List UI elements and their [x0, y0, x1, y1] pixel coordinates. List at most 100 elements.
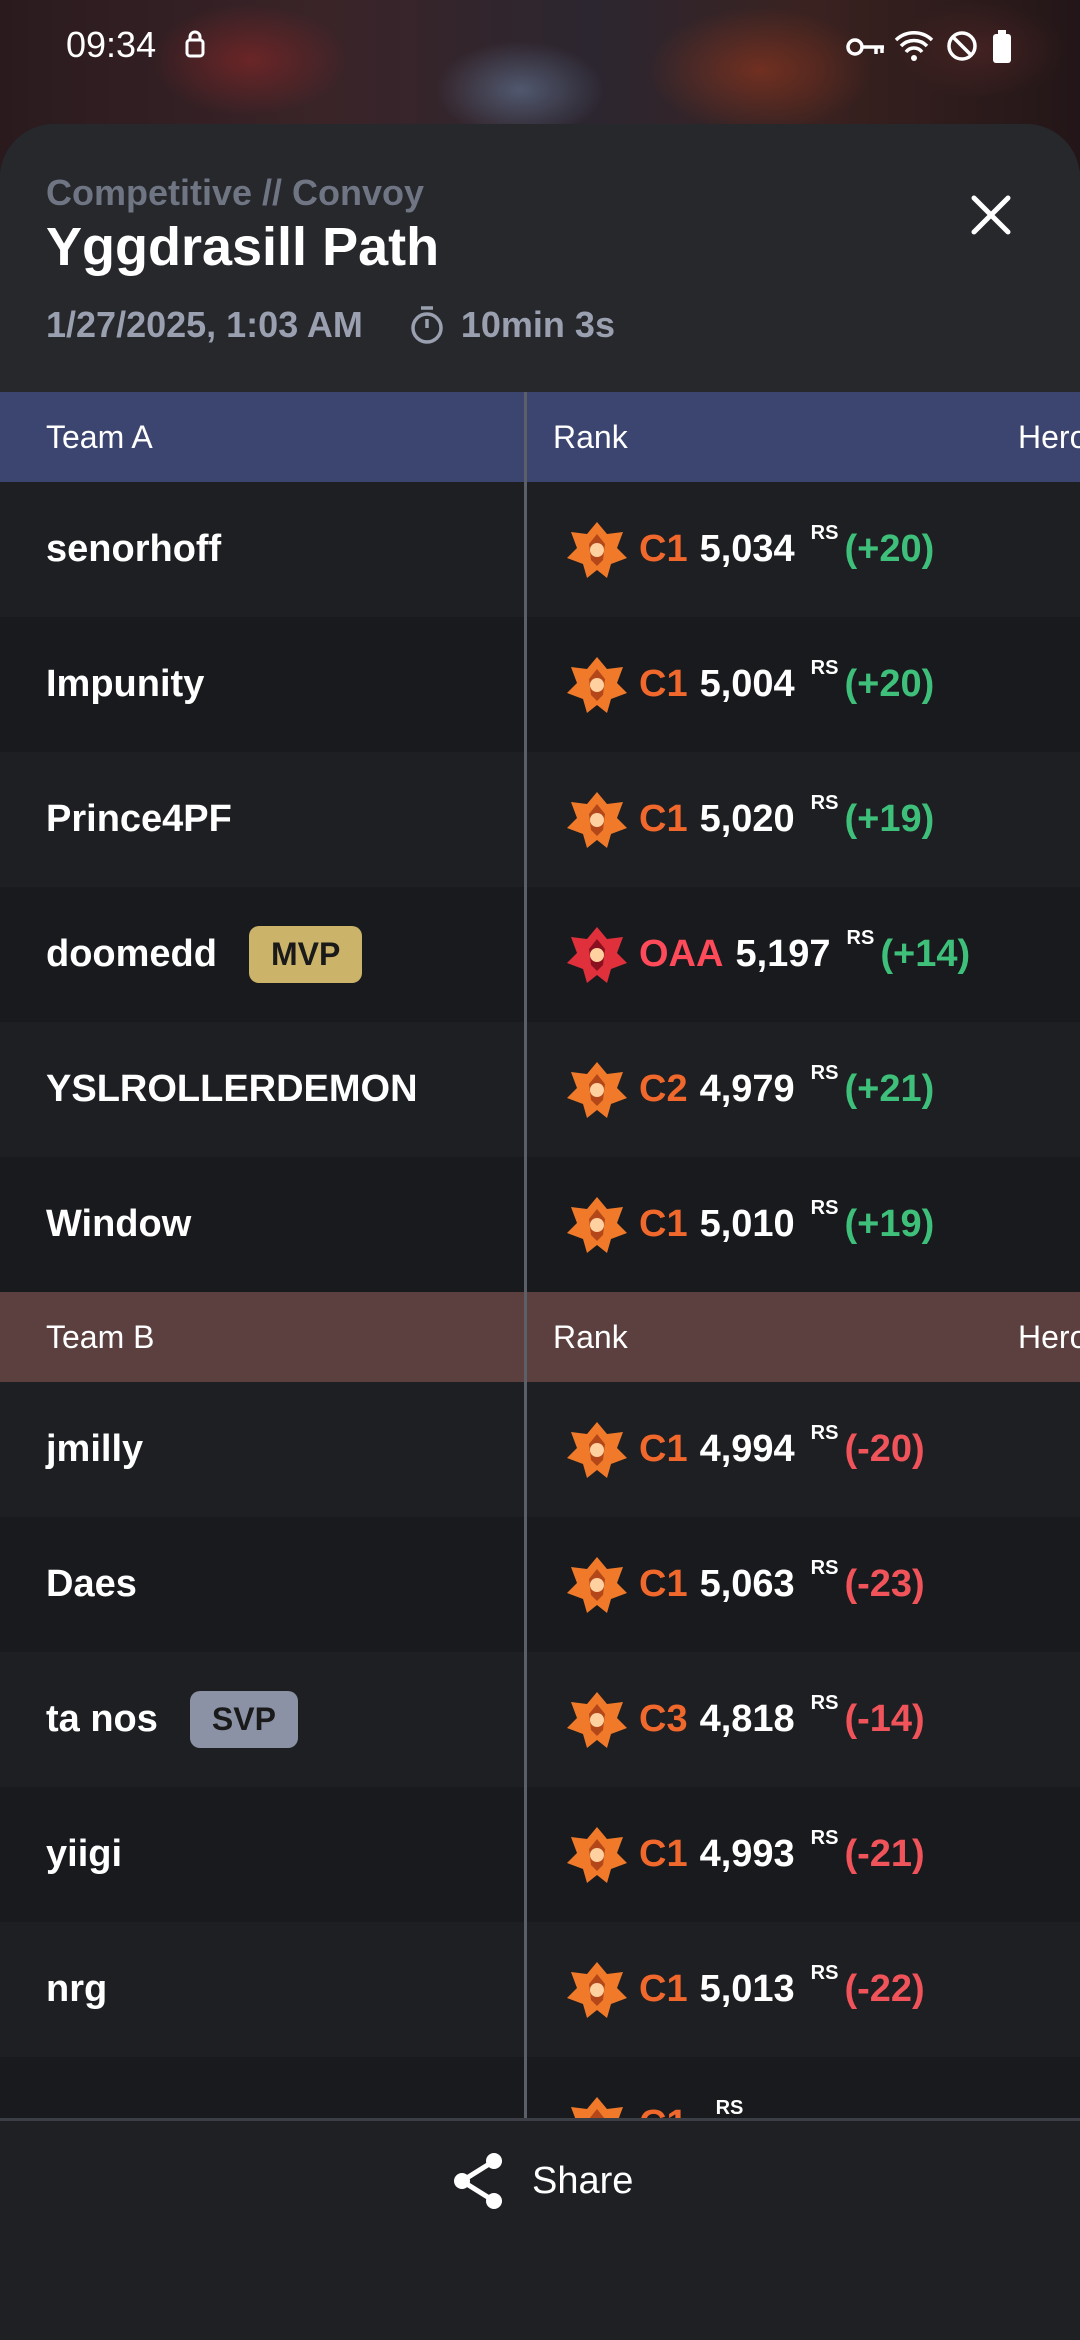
rank-tier: C1 [639, 2103, 688, 2118]
player-row[interactable]: YSLROLLERDEMON C2 4,979 RS (+21) [0, 1022, 1080, 1157]
rank-tier: C3 [639, 1698, 688, 1740]
rank-score-unit: RS [810, 522, 839, 544]
team-b-rank-header: Rank [553, 1318, 628, 1355]
rank-cell: C1 5,034 RS (+20) [527, 482, 1080, 617]
player-name: YSLROLLERDEMON [46, 1068, 418, 1110]
player-row[interactable]: Window C1 5,010 RS (+19) [0, 1157, 1080, 1292]
rank-score-unit: RS [810, 1062, 839, 1084]
player-name-cell: doomedd MVP [0, 887, 527, 1022]
rank-score: 5,063 [699, 1563, 795, 1605]
rank-score: 4,818 [699, 1698, 795, 1740]
rank-score-unit: RS [810, 792, 839, 814]
rank-score: 5,004 [699, 663, 795, 705]
close-icon[interactable] [960, 184, 1022, 246]
rank-score-unit: RS [810, 657, 839, 679]
rank-badge-icon [565, 788, 629, 852]
team-a-label: Team A [0, 392, 527, 482]
match-header: Competitive // Convoy Yggdrasill Path 1/… [0, 124, 1080, 392]
player-row[interactable]: doomedd MVP OAA 5,197 RS (+14) [0, 887, 1080, 1022]
rank-cell: C1 4,993 RS (-21) [527, 1787, 1080, 1922]
player-name: nrg [46, 1968, 108, 2010]
match-date: 1/27/2025, 1:03 AM [46, 304, 363, 345]
rank-cell: C1 5,020 RS (+19) [527, 752, 1080, 887]
rank-tier: C1 [639, 1563, 688, 1605]
rank-badge-icon [565, 1553, 629, 1617]
rank-delta: (+20) [844, 663, 935, 705]
vpn-icon [185, 30, 205, 58]
map-title: Yggdrasill Path [46, 217, 440, 277]
player-name-cell: senorhoff [0, 482, 527, 617]
rank-cell: OAA 5,197 RS (+14) [527, 887, 1080, 1022]
rank-score: 4,994 [699, 1428, 795, 1470]
rank-score: 5,020 [699, 798, 795, 840]
rank-badge-icon [565, 1688, 629, 1752]
rank-cell: C1 5,004 RS (+20) [527, 617, 1080, 752]
player-row[interactable]: senorhoff C1 5,034 RS (+20) [0, 482, 1080, 617]
rank-tier: OAA [639, 933, 724, 975]
rank-tier: C1 [639, 798, 688, 840]
player-name: Daes [46, 1563, 137, 1605]
player-row[interactable]: Impunity C1 5,004 RS (+20) [0, 617, 1080, 752]
scoreboard-table: Team A Rank Hero senorhoff C1 5,034 RS (+20)… [0, 392, 1080, 2118]
rank-tier: C2 [639, 1068, 688, 1110]
rank-delta: (+20) [844, 528, 935, 570]
player-name-cell: Window [0, 1157, 527, 1292]
team-b-hero-header: Hero [1018, 1318, 1080, 1355]
status-bar: 09:34 [0, 0, 1080, 96]
player-row[interactable]: nrg C1 5,013 RS (-22) [0, 1922, 1080, 2057]
rank-score: 5,010 [699, 1203, 795, 1245]
rank-cell: C2 4,979 RS (+21) [527, 1022, 1080, 1157]
player-row[interactable]: Daes C1 5,063 RS (-23) [0, 1517, 1080, 1652]
mvp-badge: MVP [248, 926, 363, 983]
key-icon [846, 38, 884, 56]
rank-badge-icon [565, 1958, 629, 2022]
rank-badge-icon [565, 1823, 629, 1887]
player-name-cell: Prince4PF [0, 752, 527, 887]
team-a-header: Team A Rank Hero [0, 392, 1080, 482]
rank-delta: (-14) [844, 1698, 925, 1740]
player-row[interactable]: Prince4PF C1 5,020 RS (+19) [0, 752, 1080, 887]
rank-tier: C1 [639, 528, 688, 570]
rank-delta: (-22) [844, 1968, 925, 2010]
match-meta: 1/27/2025, 1:03 AM 10min 3s [46, 304, 615, 346]
player-name: ta nos [46, 1698, 158, 1740]
player-name-cell: ta nos SVP [0, 1652, 527, 1787]
rank-delta: (-21) [844, 1833, 925, 1875]
player-name: jmilly [46, 1428, 144, 1470]
player-name-cell: yiigi [0, 1787, 527, 1922]
player-name: yiigi [46, 1833, 123, 1875]
player-row[interactable]: jmilly C1 4,994 RS (-20) [0, 1382, 1080, 1517]
share-icon [454, 2153, 502, 2209]
rank-score-unit: RS [810, 1827, 839, 1849]
player-row[interactable]: ta nos SVP C3 4,818 RS (-14) [0, 1652, 1080, 1787]
player-name: Window [46, 1203, 192, 1245]
player-row[interactable]: yiigi C1 4,993 RS (-21) [0, 1787, 1080, 1922]
player-row[interactable]: C1 RS [0, 2057, 1080, 2118]
rank-cell: C1 RS [527, 2057, 1080, 2118]
player-name: Prince4PF [46, 798, 232, 840]
rank-badge-icon [565, 1058, 629, 1122]
rank-cell: C3 4,818 RS (-14) [527, 1652, 1080, 1787]
player-name: Impunity [46, 663, 205, 705]
timer-icon [411, 306, 443, 344]
rank-score: 4,979 [699, 1068, 795, 1110]
player-name-cell: Daes [0, 1517, 527, 1652]
rank-cell: C1 5,063 RS (-23) [527, 1517, 1080, 1652]
player-name-cell [0, 2057, 527, 2118]
player-name: doomedd [46, 933, 217, 975]
player-name-cell: YSLROLLERDEMON [0, 1022, 527, 1157]
rank-score-unit: RS [810, 1962, 839, 1984]
share-button[interactable]: Share [450, 2151, 633, 2211]
rank-score-unit: RS [810, 1692, 839, 1714]
bottom-bar: Share [0, 2118, 1080, 2340]
rank-score-unit: RS [846, 927, 875, 949]
share-label: Share [532, 2159, 634, 2202]
team-b-label: Team B [0, 1292, 527, 1382]
match-details-sheet: Competitive // Convoy Yggdrasill Path 1/… [0, 124, 1080, 2340]
rank-delta: (-20) [844, 1428, 925, 1470]
rank-badge-icon [565, 1418, 629, 1482]
rank-cell: C1 5,010 RS (+19) [527, 1157, 1080, 1292]
rank-score-unit: RS [810, 1557, 839, 1579]
rank-delta: (+21) [844, 1068, 935, 1110]
rank-tier: C1 [639, 663, 688, 705]
